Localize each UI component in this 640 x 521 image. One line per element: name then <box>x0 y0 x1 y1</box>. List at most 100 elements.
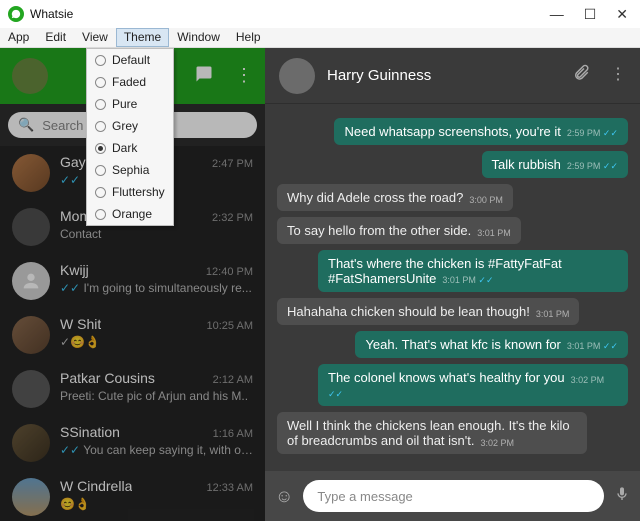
menu-help[interactable]: Help <box>228 28 269 47</box>
radio-icon <box>95 121 106 132</box>
theme-option-orange[interactable]: Orange <box>87 203 173 225</box>
chat-time: 12:40 PM <box>206 266 253 278</box>
search-icon: 🔍 <box>18 117 34 133</box>
contact-name[interactable]: Harry Guinness <box>327 67 431 84</box>
message-bubble[interactable]: Yeah. That's what kfc is known for3:01 P… <box>355 331 628 358</box>
chat-preview: ✓😊👌 <box>60 335 253 349</box>
message-out: That's where the chicken is #FattyFatFat… <box>277 250 628 292</box>
theme-option-faded[interactable]: Faded <box>87 71 173 93</box>
theme-option-grey[interactable]: Grey <box>87 115 173 137</box>
chat-name: Patkar Cousins <box>60 370 155 386</box>
radio-icon <box>95 143 106 154</box>
composer: ☺ Type a message <box>265 471 640 521</box>
new-chat-icon[interactable] <box>195 65 213 88</box>
message-bubble[interactable]: That's where the chicken is #FattyFatFat… <box>318 250 628 292</box>
chat-avatar <box>12 208 50 246</box>
radio-icon <box>95 165 106 176</box>
chat-preview: ✓✓ I'm going to simultaneously re... <box>60 281 253 295</box>
message-bubble[interactable]: Talk rubbish2:59 PM ✓✓ <box>482 151 629 178</box>
chat-avatar <box>12 370 50 408</box>
chat-avatar <box>12 154 50 192</box>
theme-option-dark[interactable]: Dark <box>87 137 173 159</box>
menu-edit[interactable]: Edit <box>37 28 74 47</box>
chat-avatar <box>12 478 50 516</box>
radio-icon <box>95 55 106 66</box>
mic-icon[interactable] <box>614 485 630 508</box>
menu-icon[interactable]: ⋮ <box>235 65 253 88</box>
minimize-button[interactable]: — <box>550 6 564 23</box>
chat-avatar <box>12 262 50 300</box>
menu-app[interactable]: App <box>0 28 37 47</box>
attach-icon[interactable] <box>572 64 590 87</box>
messages: Need whatsapp screenshots, you're it2:59… <box>265 104 640 471</box>
message-out: Talk rubbish2:59 PM ✓✓ <box>277 151 628 178</box>
chat-time: 2:47 PM <box>212 158 253 170</box>
radio-icon <box>95 77 106 88</box>
theme-option-default[interactable]: Default <box>87 49 173 71</box>
chat-name: Kwijj <box>60 262 89 278</box>
message-bubble[interactable]: Need whatsapp screenshots, you're it2:59… <box>334 118 628 145</box>
message-in: Well I think the chickens lean enough. I… <box>277 412 628 454</box>
radio-icon <box>95 187 106 198</box>
message-time: 3:01 PM <box>477 228 511 238</box>
theme-dropdown: DefaultFadedPureGreyDarkSephiaFluttershy… <box>86 48 174 226</box>
message-bubble[interactable]: Well I think the chickens lean enough. I… <box>277 412 587 454</box>
message-out: Yeah. That's what kfc is known for3:01 P… <box>277 331 628 358</box>
message-time: 3:02 PM <box>480 438 514 448</box>
thread-menu-icon[interactable]: ⋮ <box>610 64 626 87</box>
message-time: 2:59 PM ✓✓ <box>567 128 618 138</box>
window-controls: — ☐ ✕ <box>550 6 632 23</box>
chat-item[interactable]: Kwijj 12:40 PM ✓✓ I'm going to simultaneou… <box>0 254 265 308</box>
chat-avatar <box>12 424 50 462</box>
message-in: To say hello from the other side.3:01 PM <box>277 217 628 244</box>
menubar: AppEditViewThemeWindowHelp <box>0 28 640 48</box>
menu-theme[interactable]: Theme <box>116 28 169 47</box>
menu-window[interactable]: Window <box>169 28 228 47</box>
theme-option-fluttershy[interactable]: Fluttershy <box>87 181 173 203</box>
chat-preview: Contact <box>60 227 253 241</box>
chat-item[interactable]: SSination 1:16 AM ✓✓ You can keep saying i… <box>0 416 265 470</box>
message-input[interactable]: Type a message <box>303 480 604 512</box>
chat-name: Gay <box>60 154 86 170</box>
message-bubble[interactable]: To say hello from the other side.3:01 PM <box>277 217 521 244</box>
chat-time: 1:16 AM <box>213 428 253 440</box>
contact-avatar[interactable] <box>279 58 315 94</box>
chat-name: W Shit <box>60 316 101 332</box>
chat-item[interactable]: W Cindrella 12:33 AM 😊👌 <box>0 470 265 521</box>
radio-icon <box>95 99 106 110</box>
profile-avatar[interactable] <box>12 58 48 94</box>
chat-avatar <box>12 316 50 354</box>
chat-item[interactable]: W Shit 10:25 AM ✓😊👌 <box>0 308 265 362</box>
chat-preview: ✓✓ You can keep saying it, with or... <box>60 443 253 457</box>
chat-time: 10:25 AM <box>207 320 253 332</box>
chat-time: 2:32 PM <box>212 212 253 224</box>
message-in: Hahahaha chicken should be lean though!3… <box>277 298 628 325</box>
maximize-button[interactable]: ☐ <box>584 6 597 23</box>
chat-preview: Preeti: Cute pic of Arjun and his M.. <box>60 389 253 403</box>
chat-time: 12:33 AM <box>207 482 253 494</box>
message-bubble[interactable]: Hahahaha chicken should be lean though!3… <box>277 298 579 325</box>
chat-name: W Cindrella <box>60 478 132 494</box>
theme-option-sephia[interactable]: Sephia <box>87 159 173 181</box>
emoji-icon[interactable]: ☺ <box>275 486 293 507</box>
message-out: Need whatsapp screenshots, you're it2:59… <box>277 118 628 145</box>
window-title: Whatsie <box>30 7 73 21</box>
thread-header: Harry Guinness ⋮ <box>265 48 640 104</box>
thread: Harry Guinness ⋮ Need whatsapp screensho… <box>265 48 640 521</box>
message-time: 3:01 PM ✓✓ <box>567 341 618 351</box>
menu-view[interactable]: View <box>74 28 116 47</box>
radio-icon <box>95 209 106 220</box>
message-bubble[interactable]: The colonel knows what's healthy for you… <box>318 364 628 406</box>
chat-preview: 😊👌 <box>60 497 253 511</box>
message-bubble[interactable]: Why did Adele cross the road?3:00 PM <box>277 184 513 211</box>
message-in: Why did Adele cross the road?3:00 PM <box>277 184 628 211</box>
theme-option-pure[interactable]: Pure <box>87 93 173 115</box>
chat-item[interactable]: Patkar Cousins 2:12 AM Preeti: Cute pic of… <box>0 362 265 416</box>
chat-name: SSination <box>60 424 120 440</box>
close-button[interactable]: ✕ <box>616 6 628 23</box>
message-time: 3:01 PM ✓✓ <box>442 275 493 285</box>
message-time: 3:02 PM ✓✓ <box>328 375 604 399</box>
message-time: 2:59 PM ✓✓ <box>567 161 618 171</box>
chat-time: 2:12 AM <box>213 374 253 386</box>
app-icon <box>8 6 24 22</box>
